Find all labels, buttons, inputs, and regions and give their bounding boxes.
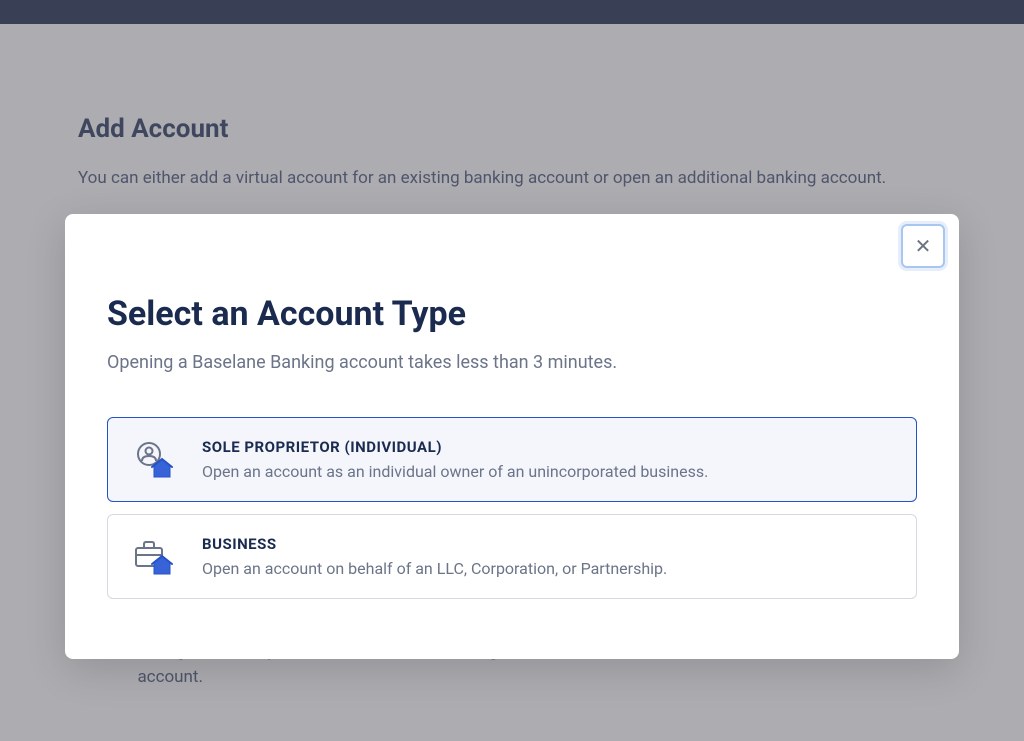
close-button[interactable]: ✕: [901, 224, 945, 268]
option-sole-proprietor[interactable]: SOLE PROPRIETOR (INDIVIDUAL) Open an acc…: [107, 417, 917, 502]
option-business[interactable]: BUSINESS Open an account on behalf of an…: [107, 514, 917, 599]
option-desc: Open an account as an individual owner o…: [202, 462, 892, 481]
modal-subtitle: Opening a Baselane Banking account takes…: [107, 352, 917, 373]
option-desc: Open an account on behalf of an LLC, Cor…: [202, 559, 892, 578]
account-type-modal: ✕ Select an Account Type Opening a Basel…: [65, 214, 959, 659]
option-title: SOLE PROPRIETOR (INDIVIDUAL): [202, 438, 892, 456]
modal-title: Select an Account Type: [107, 294, 917, 334]
option-title: BUSINESS: [202, 535, 892, 553]
briefcase-house-icon: [132, 536, 174, 578]
modal-overlay: ✕ Select an Account Type Opening a Basel…: [0, 0, 1024, 741]
close-icon: ✕: [915, 236, 932, 256]
person-house-icon: [132, 439, 174, 481]
